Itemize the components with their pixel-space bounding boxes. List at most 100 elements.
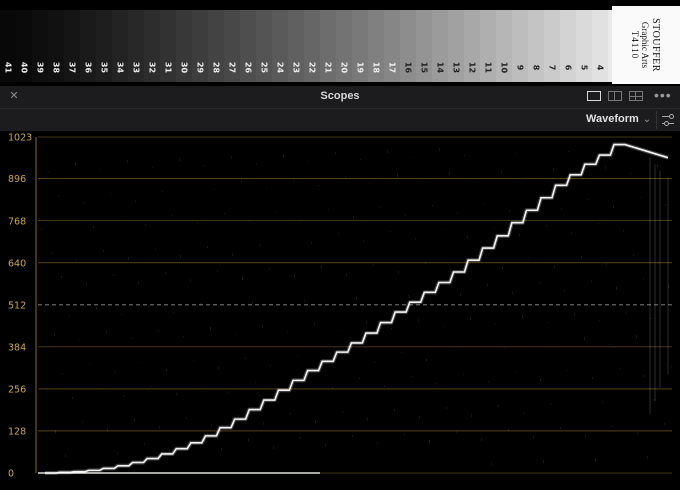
waveform-noise	[550, 403, 551, 405]
waveform-noise	[62, 373, 63, 375]
waveform-noise	[117, 452, 118, 455]
dual-view-icon[interactable]	[608, 91, 622, 101]
wedge-step-label: 9	[515, 64, 525, 71]
waveform-noise	[82, 421, 83, 423]
waveform-noise	[644, 375, 645, 377]
waveform-noise	[426, 359, 427, 361]
waveform-noise	[96, 307, 97, 310]
waveform-noise	[564, 289, 565, 292]
layout-switcher	[587, 91, 643, 103]
waveform-noise	[135, 200, 136, 202]
waveform-noise	[349, 354, 350, 355]
waveform-noise	[620, 149, 621, 150]
wedge-step-label: 12	[467, 61, 477, 74]
waveform-noise	[211, 424, 212, 427]
waveform-noise	[571, 232, 572, 234]
wedge-step: 25	[256, 10, 272, 82]
waveform-noise	[526, 177, 527, 178]
wedge-step: 8	[528, 10, 544, 82]
brand-name: STOUFFER	[650, 18, 661, 72]
waveform-noise	[300, 437, 301, 439]
waveform-noise	[148, 305, 149, 308]
waveform-noise	[405, 214, 406, 216]
y-axis-label: 896	[8, 174, 26, 185]
waveform-noise	[48, 171, 49, 172]
more-options-icon[interactable]: •••	[654, 87, 674, 105]
waveform-noise	[636, 335, 637, 338]
waveform-noise	[273, 446, 274, 449]
single-view-icon[interactable]	[587, 91, 601, 101]
waveform-noise	[166, 369, 167, 371]
wedge-step-label: 40	[19, 61, 29, 74]
waveform-noise	[449, 172, 450, 175]
waveform-noise	[397, 174, 398, 177]
waveform-noise	[661, 342, 662, 343]
waveform-noise	[93, 226, 94, 228]
waveform-noise	[224, 213, 225, 214]
waveform-noise	[335, 152, 336, 155]
waveform-noise	[425, 262, 426, 264]
y-axis-label: 128	[8, 426, 26, 437]
waveform-noise	[643, 278, 644, 280]
waveform-noise	[456, 431, 457, 433]
waveform-noise	[626, 311, 627, 314]
waveform-noise	[297, 356, 298, 357]
waveform-noise	[609, 344, 610, 345]
wedge-step: 38	[48, 10, 64, 82]
wedge-step: 13	[448, 10, 464, 82]
waveform-noise	[498, 405, 499, 407]
wedge-step-label: 27	[227, 61, 237, 74]
waveform-noise	[633, 254, 634, 256]
wedge-step-label: 29	[195, 61, 205, 74]
wedge-step: 26	[240, 10, 256, 82]
quad-view-icon[interactable]	[629, 91, 643, 101]
waveform-noise	[412, 157, 413, 158]
wedge-step: 30	[176, 10, 192, 82]
wedge-step: 39	[32, 10, 48, 82]
waveform-noise	[352, 435, 353, 437]
wedge-step: 16	[400, 10, 416, 82]
waveform-noise	[69, 316, 70, 317]
waveform-noise	[554, 265, 555, 268]
waveform-noise	[471, 414, 472, 417]
wedge-step-label: 36	[83, 61, 93, 74]
waveform-noise	[398, 271, 399, 274]
wedge-step: 35	[96, 10, 112, 82]
waveform-noise	[488, 381, 489, 383]
wedge-step-label: 19	[355, 61, 365, 74]
waveform-noise	[557, 346, 558, 347]
waveform-noise	[481, 438, 482, 441]
waveform-noise	[360, 159, 361, 160]
chevron-down-icon: ⌄	[642, 114, 652, 125]
waveform-noise	[432, 205, 433, 206]
scope-settings-icon[interactable]	[656, 111, 677, 129]
waveform-noise	[592, 377, 593, 379]
waveform-noise	[404, 433, 405, 435]
scope-type-dropdown[interactable]: Waveform ⌄	[586, 113, 651, 127]
waveform-noise	[190, 279, 191, 282]
waveform-noise	[68, 219, 69, 220]
waveform-noise	[536, 201, 537, 202]
waveform-noise	[318, 185, 319, 186]
waveform-noise	[436, 383, 437, 385]
waveform-noise	[394, 409, 395, 411]
waveform-noise	[446, 407, 447, 409]
wedge-step: 7	[544, 10, 560, 82]
waveform-noise	[231, 156, 232, 159]
waveform-trace-glow	[45, 142, 669, 475]
waveform-noise	[508, 429, 509, 431]
wedge-step: 15	[416, 10, 432, 82]
wedge-step: 22	[304, 10, 320, 82]
waveform-noise	[384, 385, 385, 387]
waveform-noise	[630, 173, 631, 174]
waveform-noise	[256, 163, 257, 164]
waveform-noise	[422, 181, 423, 182]
waveform-noise	[523, 412, 524, 415]
waveform-scope: 0 128 256 384 512 640 768 896 1023	[0, 131, 680, 490]
waveform-noise	[228, 391, 229, 393]
wedge-step-label: 35	[99, 61, 109, 74]
step-wedge-image: 41 40 39 38 37 36 35 34 33 32 31 30 29 28 27 26 25 24 23 22…	[0, 0, 680, 85]
waveform-noise	[100, 169, 101, 170]
waveform-noise	[103, 250, 104, 252]
waveform-noise	[657, 164, 658, 167]
